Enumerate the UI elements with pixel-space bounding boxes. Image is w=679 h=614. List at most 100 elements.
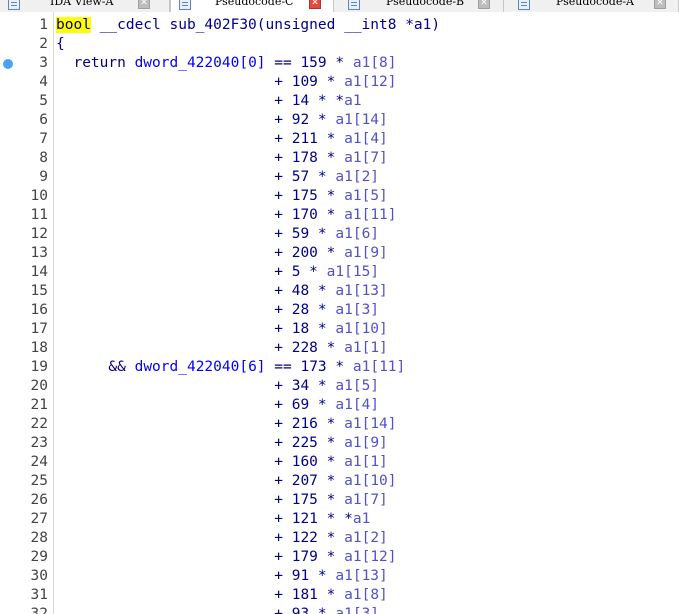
plus-operator: + xyxy=(274,112,292,128)
code-line[interactable]: 5 + 14 * *a1 xyxy=(0,92,679,111)
line-number: 23 xyxy=(30,435,48,451)
code-text: + 109 * a1[12] xyxy=(274,74,397,90)
coefficient: 5 xyxy=(291,264,301,280)
tab-pseudocode-c[interactable]: Pseudocode-C ✕ xyxy=(170,0,334,12)
code-line[interactable]: 2{ xyxy=(0,35,679,54)
line-number: 30 xyxy=(30,568,48,584)
argument-access: a1[14] xyxy=(335,112,388,128)
open-brace: { xyxy=(56,36,65,52)
code-text: return dword_422040[0] == 159 * a1[8] xyxy=(73,55,397,71)
code-line[interactable]: 17 + 18 * a1[10] xyxy=(0,320,679,339)
line-number: 32 xyxy=(30,606,48,614)
function-signature: __cdecl sub_402F30(unsigned __int8 *a1) xyxy=(90,17,441,33)
argument-access: a1[11] xyxy=(352,359,406,375)
tab-ida-view-a[interactable]: IDA View-A ✕ xyxy=(0,0,170,12)
code-line[interactable]: 30 + 91 * a1[13] xyxy=(0,567,679,586)
code-line[interactable]: 22 + 216 * a1[14] xyxy=(0,415,679,434)
coefficient: 57 xyxy=(291,169,310,185)
document-icon xyxy=(8,0,20,10)
code-line[interactable]: 13 + 200 * a1[9] xyxy=(0,244,679,263)
close-icon[interactable]: ✕ xyxy=(309,0,321,9)
code-text: + 34 * a1[5] xyxy=(274,378,380,394)
code-line[interactable]: 25 + 207 * a1[10] xyxy=(0,472,679,491)
argument-access: a1[7] xyxy=(344,150,388,166)
code-line[interactable]: 8 + 178 * a1[7] xyxy=(0,149,679,168)
breakpoint-dot-icon[interactable] xyxy=(3,59,13,69)
code-line[interactable]: 26 + 175 * a1[7] xyxy=(0,491,679,510)
code-line[interactable]: 7 + 211 * a1[4] xyxy=(0,130,679,149)
tab-pseudocode-a[interactable]: Pseudocode-A ✕ xyxy=(504,0,679,12)
code-line[interactable]: 21 + 69 * a1[4] xyxy=(0,396,679,415)
coefficient: 211 xyxy=(291,131,318,147)
code-text: { xyxy=(56,35,65,54)
line-number: 9 xyxy=(39,169,48,185)
line-number: 27 xyxy=(30,511,48,527)
code-text: + 91 * a1[13] xyxy=(274,568,388,584)
plus-operator: + xyxy=(274,606,292,614)
code-line[interactable]: 18 + 228 * a1[1] xyxy=(0,339,679,358)
coefficient: 91 xyxy=(291,568,310,584)
tab-label: Pseudocode-C xyxy=(215,0,294,8)
line-number: 4 xyxy=(39,74,48,90)
argument-access: a1 xyxy=(352,511,371,527)
coefficient: 159 xyxy=(300,55,327,71)
coefficient: 170 xyxy=(291,207,318,223)
coefficient: 93 xyxy=(291,606,310,614)
code-line[interactable]: 10 + 175 * a1[5] xyxy=(0,187,679,206)
code-text: + 14 * *a1 xyxy=(274,93,362,109)
code-line[interactable]: 31 + 181 * a1[8] xyxy=(0,586,679,605)
logical-and-operator: && xyxy=(108,359,135,375)
code-line[interactable]: 3 return dword_422040[0] == 159 * a1[8] xyxy=(0,54,679,73)
code-line[interactable]: 1 bool __cdecl sub_402F30(unsigned __int8… xyxy=(0,16,679,35)
argument-access: a1[7] xyxy=(344,492,388,508)
argument-access: a1[13] xyxy=(335,283,388,299)
argument-access: a1[8] xyxy=(344,587,388,603)
line-number: 1 xyxy=(39,17,48,33)
argument-access: a1[5] xyxy=(344,188,388,204)
code-line[interactable]: 11 + 170 * a1[11] xyxy=(0,206,679,225)
line-number: 19 xyxy=(30,359,48,375)
code-line[interactable]: 29 + 179 * a1[12] xyxy=(0,548,679,567)
line-number: 12 xyxy=(30,226,48,242)
code-line[interactable]: 16 + 28 * a1[3] xyxy=(0,301,679,320)
line-number: 22 xyxy=(30,416,48,432)
code-line[interactable]: 32 + 93 * a1[3] xyxy=(0,605,679,614)
coefficient: 160 xyxy=(291,454,318,470)
tab-pseudocode-b[interactable]: Pseudocode-B ✕ xyxy=(334,0,504,12)
code-line[interactable]: 6 + 92 * a1[14] xyxy=(0,111,679,130)
close-icon[interactable]: ✕ xyxy=(138,0,150,9)
code-line[interactable]: 23 + 225 * a1[9] xyxy=(0,434,679,453)
line-number: 5 xyxy=(39,93,48,109)
argument-access: a1[2] xyxy=(344,530,388,546)
equality-operator: == xyxy=(265,359,301,375)
code-line[interactable]: 12 + 59 * a1[6] xyxy=(0,225,679,244)
code-line[interactable]: 19 && dword_422040[6] == 173 * a1[11] xyxy=(0,358,679,377)
document-icon xyxy=(179,0,191,10)
argument-access: a1[10] xyxy=(335,321,388,337)
code-line[interactable]: 9 + 57 * a1[2] xyxy=(0,168,679,187)
code-line[interactable]: 27 + 121 * *a1 xyxy=(0,510,679,529)
coefficient: 18 xyxy=(291,321,310,337)
coefficient: 28 xyxy=(291,302,310,318)
argument-access: a1[11] xyxy=(344,207,397,223)
coefficient: 216 xyxy=(291,416,318,432)
code-line[interactable]: 15 + 48 * a1[13] xyxy=(0,282,679,301)
code-text: + 225 * a1[9] xyxy=(274,435,388,451)
code-line[interactable]: 28 + 122 * a1[2] xyxy=(0,529,679,548)
code-line[interactable]: 24 + 160 * a1[1] xyxy=(0,453,679,472)
coefficient: 228 xyxy=(291,340,318,356)
close-icon[interactable]: ✕ xyxy=(654,0,666,9)
plus-operator: + xyxy=(274,264,292,280)
argument-access: a1[4] xyxy=(344,131,388,147)
code-line[interactable]: 20 + 34 * a1[5] xyxy=(0,377,679,396)
argument-access: a1 xyxy=(344,93,362,109)
pseudocode-editor[interactable]: 1 bool __cdecl sub_402F30(unsigned __int8… xyxy=(0,12,679,614)
argument-access: a1[13] xyxy=(335,568,388,584)
code-line[interactable]: 4 + 109 * a1[12] xyxy=(0,73,679,92)
code-line[interactable]: 14 + 5 * a1[15] xyxy=(0,263,679,282)
close-icon[interactable]: ✕ xyxy=(478,0,490,9)
code-text: + 5 * a1[15] xyxy=(274,264,380,280)
plus-operator: + xyxy=(274,302,292,318)
coefficient: 225 xyxy=(291,435,318,451)
coefficient: 59 xyxy=(291,226,310,242)
